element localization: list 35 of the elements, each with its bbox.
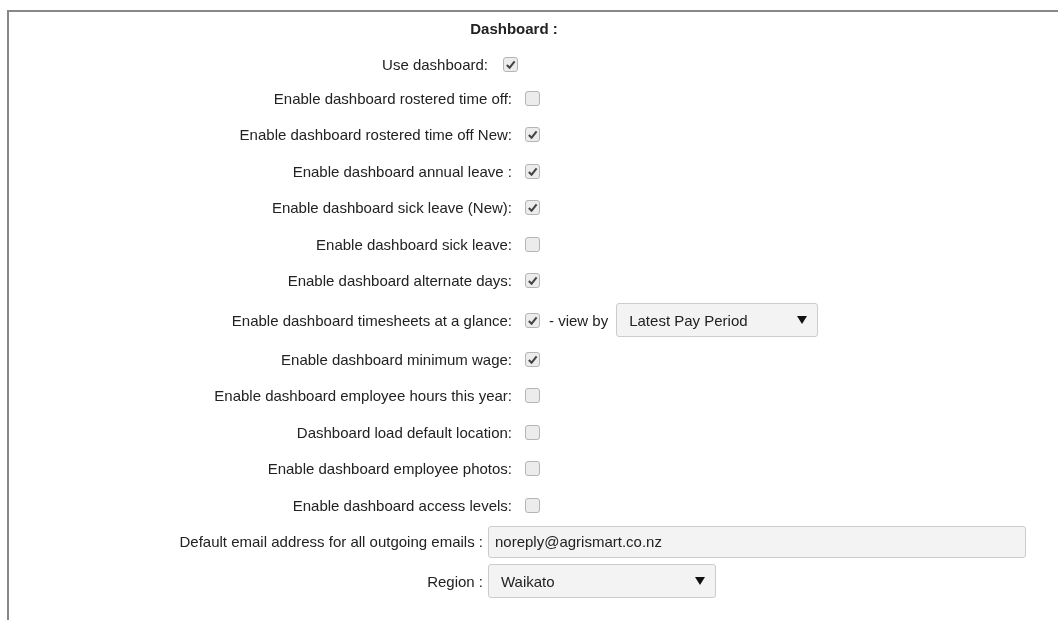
checkbox[interactable] (525, 273, 540, 289)
field-label: Enable dashboard minimum wage: (280, 350, 512, 368)
field-label: Dashboard load default location: (295, 423, 512, 441)
checkbox[interactable] (525, 424, 540, 440)
field-label: Enable dashboard rostered time off New: (238, 126, 512, 144)
field-label: Region : (426, 572, 483, 590)
field-label: Use dashboard: (381, 55, 488, 73)
checkbox[interactable] (525, 163, 540, 179)
checkbox[interactable] (525, 497, 540, 513)
checkbox[interactable] (525, 388, 540, 404)
dropdown[interactable]: Latest Pay Period (616, 303, 819, 337)
field-label: Enable dashboard access levels: (291, 496, 512, 514)
checkbox[interactable] (525, 461, 540, 477)
field-label: Enable dashboard alternate days: (286, 272, 512, 290)
caret-icon (695, 577, 705, 585)
dropdown[interactable]: Waikato (488, 564, 716, 598)
email-field[interactable]: noreply@agrismart.co.nz (488, 525, 1026, 558)
checkbox[interactable] (525, 312, 540, 328)
field-label: - view by (549, 311, 609, 329)
checkbox[interactable] (503, 56, 518, 72)
checkbox[interactable] (525, 90, 540, 106)
field-label: Enable dashboard rostered time off: (272, 89, 512, 107)
checkbox[interactable] (525, 236, 540, 252)
checkbox[interactable] (525, 127, 540, 143)
field-label: Enable dashboard timesheets at a glance: (230, 311, 512, 329)
checkbox[interactable] (525, 351, 540, 367)
field-label: Enable dashboard annual leave : (291, 162, 512, 180)
field-label: Enable dashboard employee photos: (266, 460, 512, 478)
field-label: Enable dashboard sick leave (New): (270, 199, 512, 217)
field-label: Enable dashboard sick leave: (315, 235, 512, 253)
section-title: Dashboard : (469, 19, 559, 39)
caret-icon (797, 316, 808, 324)
field-label: Default email address for all outgoing emails : (178, 533, 483, 551)
checkbox[interactable] (525, 200, 540, 216)
field-label: Enable dashboard employee hours this year: (213, 387, 512, 405)
